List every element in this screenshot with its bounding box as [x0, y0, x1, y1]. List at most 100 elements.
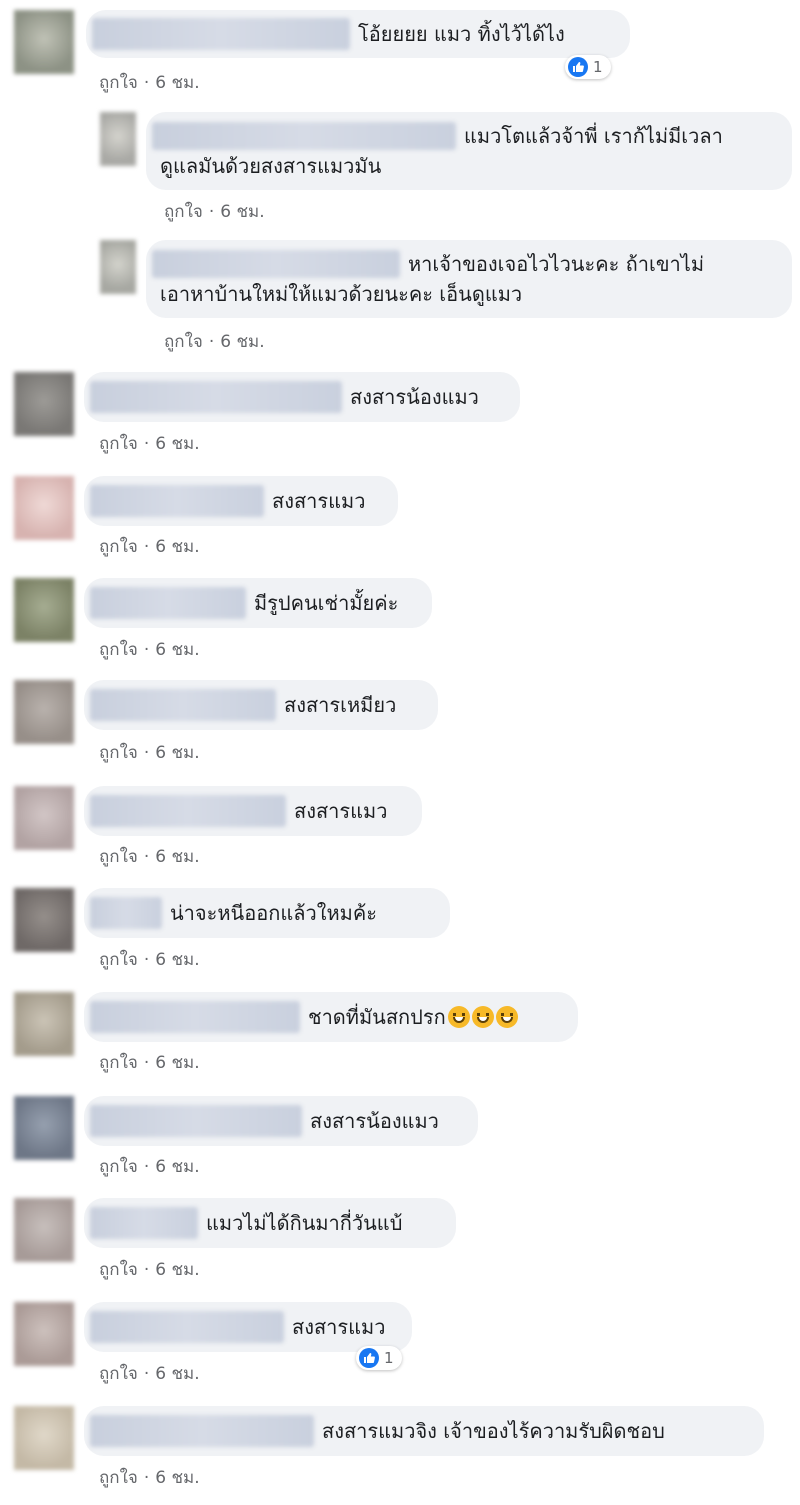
- like-link[interactable]: ถูกใจ: [99, 434, 138, 454]
- comment-meta: ถูกใจ · 6 ชม.: [99, 843, 200, 870]
- commenter-name[interactable]: [90, 485, 264, 517]
- comment-text: สงสารแมวจิง เจ้าของไร้ความรับผิดชอบ: [322, 1419, 665, 1443]
- like-icon: [568, 57, 588, 77]
- comment-meta: ถูกใจ · 6 ชม.: [99, 69, 200, 96]
- grinning-face-icon: [495, 1006, 518, 1028]
- commenter-name[interactable]: [90, 1207, 198, 1239]
- commenter-name[interactable]: [90, 897, 162, 929]
- comment-meta: ถูกใจ · 6 ชม.: [164, 328, 265, 355]
- comment-text: แมวไม่ได้กินมากี่วันแบ้: [206, 1211, 403, 1235]
- timestamp[interactable]: 6 ชม.: [220, 202, 264, 222]
- avatar[interactable]: [14, 476, 74, 540]
- comment-bubble: สงสารแมว: [84, 476, 398, 526]
- comment-text: สงสารน้องแมว: [310, 1109, 439, 1133]
- like-link[interactable]: ถูกใจ: [99, 1364, 138, 1384]
- avatar[interactable]: [14, 10, 74, 74]
- comment-meta: ถูกใจ · 6 ชม.: [99, 1049, 200, 1076]
- separator: ·: [143, 1468, 150, 1488]
- like-link[interactable]: ถูกใจ: [99, 1053, 138, 1073]
- avatar[interactable]: [14, 680, 74, 744]
- like-link[interactable]: ถูกใจ: [99, 640, 138, 660]
- like-link[interactable]: ถูกใจ: [99, 537, 138, 557]
- separator: ·: [143, 1053, 150, 1073]
- comment-text-line2: ดูแลมันด้วยสงสารแมวมัน: [160, 154, 382, 178]
- comment-text: มีรูปคนเช่ามั้ยค่ะ: [254, 591, 399, 615]
- comment-text: สงสารแมว: [294, 799, 388, 823]
- comment-meta: ถูกใจ · 6 ชม.: [99, 1360, 200, 1387]
- avatar[interactable]: [100, 112, 136, 166]
- avatar[interactable]: [14, 786, 74, 850]
- timestamp[interactable]: 6 ชม.: [155, 434, 199, 454]
- timestamp[interactable]: 6 ชม.: [155, 640, 199, 660]
- avatar[interactable]: [14, 1198, 74, 1262]
- comment-bubble: สงสารน้องแมว: [84, 372, 520, 422]
- separator: ·: [143, 1157, 150, 1177]
- comment-meta: ถูกใจ · 6 ชม.: [99, 533, 200, 560]
- comment-text: โอ้ยยยย แมว ทิ้งไว้ได้ไง: [358, 22, 565, 46]
- avatar[interactable]: [14, 888, 74, 952]
- commenter-name[interactable]: [90, 689, 276, 721]
- commenter-name[interactable]: [152, 250, 400, 278]
- like-link[interactable]: ถูกใจ: [99, 847, 138, 867]
- commenter-name[interactable]: [90, 1311, 284, 1343]
- reaction-badge[interactable]: 1: [565, 55, 611, 79]
- like-icon: [359, 1348, 379, 1368]
- avatar[interactable]: [14, 1406, 74, 1470]
- commenter-name[interactable]: [90, 587, 246, 619]
- timestamp[interactable]: 6 ชม.: [155, 743, 199, 763]
- comment-bubble: แมวโตแล้วจ้าพี่ เราก้ไม่มีเวลา ดูแลมันด้…: [146, 112, 792, 190]
- timestamp[interactable]: 6 ชม.: [155, 537, 199, 557]
- like-link[interactable]: ถูกใจ: [164, 332, 203, 352]
- grinning-face-icon: [471, 1006, 494, 1028]
- commenter-name[interactable]: [152, 122, 456, 150]
- reaction-badge[interactable]: 1: [356, 1346, 402, 1370]
- like-link[interactable]: ถูกใจ: [99, 73, 138, 93]
- like-link[interactable]: ถูกใจ: [99, 743, 138, 763]
- like-link[interactable]: ถูกใจ: [99, 950, 138, 970]
- timestamp[interactable]: 6 ชม.: [155, 73, 199, 93]
- comment-bubble: มีรูปคนเช่ามั้ยค่ะ: [84, 578, 432, 628]
- timestamp[interactable]: 6 ชม.: [155, 1260, 199, 1280]
- commenter-name[interactable]: [92, 18, 350, 50]
- comment-bubble: โอ้ยยยย แมว ทิ้งไว้ได้ไง: [86, 10, 630, 58]
- timestamp[interactable]: 6 ชม.: [155, 1364, 199, 1384]
- commenter-name[interactable]: [90, 381, 342, 413]
- timestamp[interactable]: 6 ชม.: [220, 332, 264, 352]
- separator: ·: [143, 73, 150, 93]
- commenter-name[interactable]: [90, 1105, 302, 1137]
- timestamp[interactable]: 6 ชม.: [155, 1157, 199, 1177]
- separator: ·: [143, 640, 150, 660]
- avatar[interactable]: [14, 372, 74, 436]
- timestamp[interactable]: 6 ชม.: [155, 950, 199, 970]
- comment-bubble: สงสารน้องแมว: [84, 1096, 478, 1146]
- comment-meta: ถูกใจ · 6 ชม.: [99, 739, 200, 766]
- separator: ·: [143, 950, 150, 970]
- avatar[interactable]: [14, 1096, 74, 1160]
- separator: ·: [208, 202, 215, 222]
- reaction-count: 1: [384, 1349, 394, 1367]
- commenter-name[interactable]: [90, 795, 286, 827]
- comment-bubble: สงสารแมว: [84, 1302, 412, 1352]
- comment-text: สงสารน้องแมว: [350, 385, 479, 409]
- like-link[interactable]: ถูกใจ: [99, 1260, 138, 1280]
- timestamp[interactable]: 6 ชม.: [155, 1468, 199, 1488]
- avatar[interactable]: [100, 240, 136, 294]
- like-link[interactable]: ถูกใจ: [99, 1468, 138, 1488]
- separator: ·: [143, 537, 150, 557]
- like-link[interactable]: ถูกใจ: [164, 202, 203, 222]
- separator: ·: [143, 1364, 150, 1384]
- like-link[interactable]: ถูกใจ: [99, 1157, 138, 1177]
- avatar[interactable]: [14, 1302, 74, 1366]
- comment-text: สงสารแมว: [292, 1315, 386, 1339]
- comment-text: สงสารเหมียว: [284, 693, 397, 717]
- timestamp[interactable]: 6 ชม.: [155, 847, 199, 867]
- separator: ·: [143, 434, 150, 454]
- commenter-name[interactable]: [90, 1001, 300, 1033]
- comment-bubble: น่าจะหนีออกแล้วใหมค้ะ: [84, 888, 450, 938]
- comment-text: หาเจ้าของเจอไวไวนะคะ ถ้าเขาไม่: [408, 252, 705, 276]
- avatar[interactable]: [14, 992, 74, 1056]
- timestamp[interactable]: 6 ชม.: [155, 1053, 199, 1073]
- comment-bubble: แมวไม่ได้กินมากี่วันแบ้: [84, 1198, 456, 1248]
- commenter-name[interactable]: [90, 1415, 314, 1447]
- avatar[interactable]: [14, 578, 74, 642]
